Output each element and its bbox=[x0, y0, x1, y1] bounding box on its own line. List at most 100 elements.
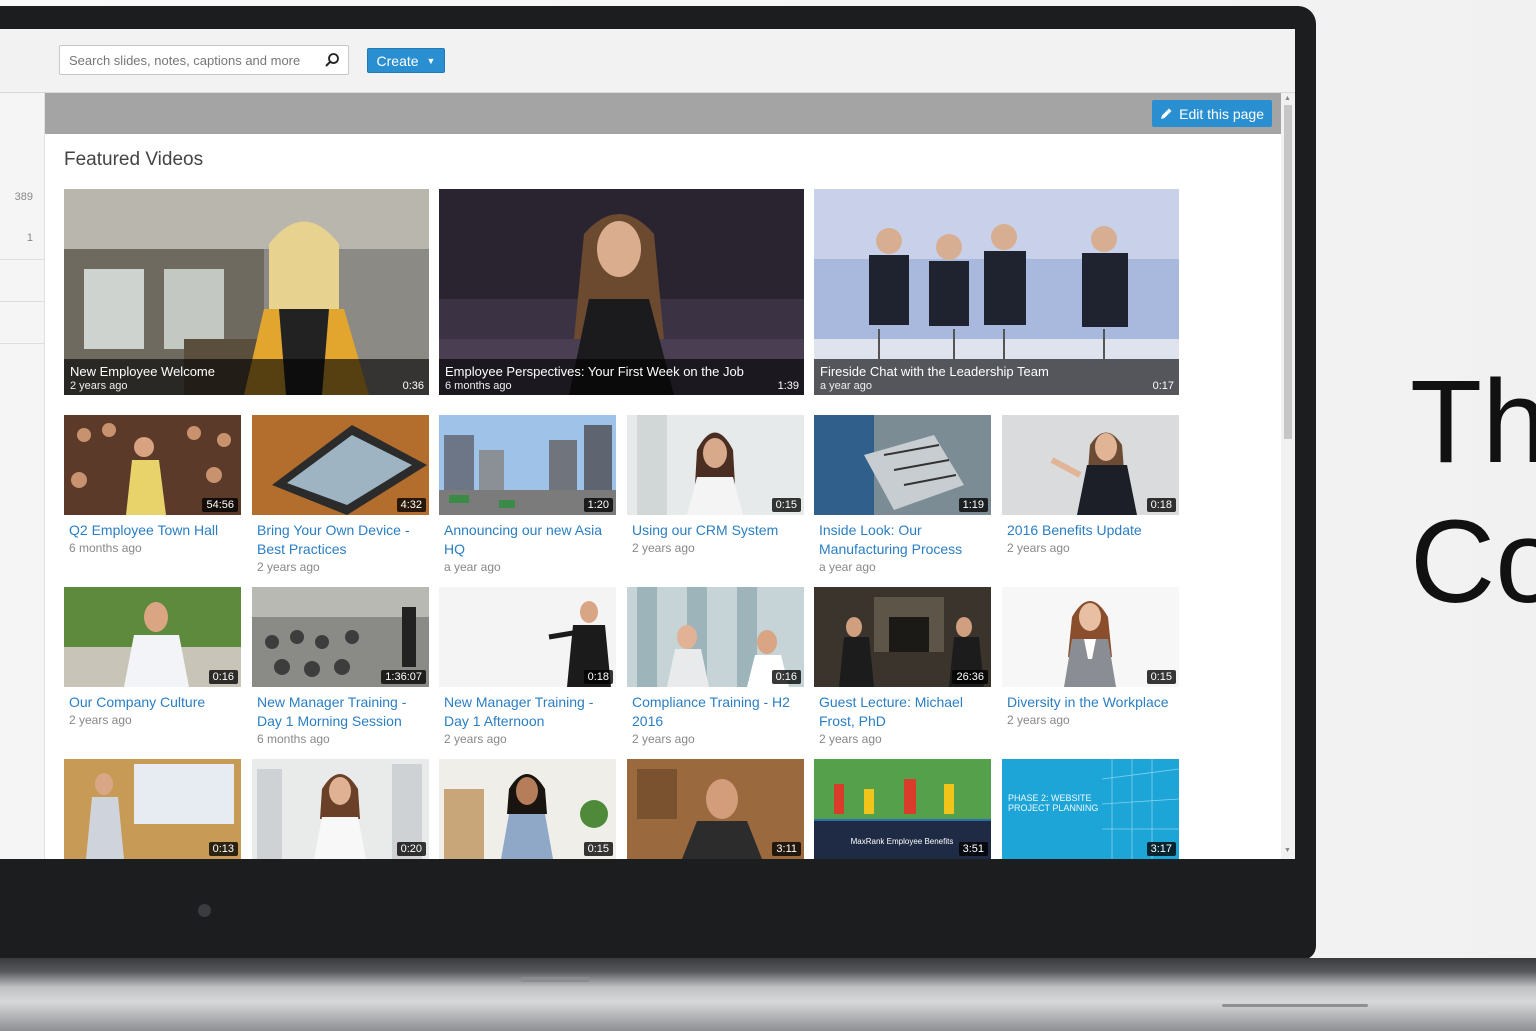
featured-video[interactable]: Fireside Chat with the Leadership Team a… bbox=[814, 189, 1179, 395]
video-thumbnail[interactable]: 26:36 bbox=[814, 587, 991, 687]
video-duration: 54:56 bbox=[202, 498, 238, 512]
webcam-icon bbox=[198, 904, 211, 917]
video-duration: 0:18 bbox=[583, 670, 613, 684]
video-title[interactable]: Q2 Employee Town Hall bbox=[64, 521, 241, 540]
video-title[interactable]: Employee Perspectives: Your First Week o… bbox=[445, 364, 744, 379]
video-duration: 4:32 bbox=[396, 498, 426, 512]
search-input[interactable] bbox=[60, 46, 310, 74]
video-title[interactable]: New Manager Training - Day 1 Morning Ses… bbox=[252, 693, 429, 731]
scroll-down-icon[interactable]: ▼ bbox=[1284, 847, 1291, 854]
video-card[interactable]: 1:20 Announcing our new Asia HQ a year a… bbox=[439, 415, 616, 574]
video-card[interactable]: MaxRank Employee Benefits 3:51 bbox=[814, 759, 991, 859]
video-thumbnail[interactable]: 1:19 bbox=[814, 415, 991, 515]
video-thumbnail[interactable]: 0:15 bbox=[439, 759, 616, 859]
video-card[interactable]: 0:20 bbox=[252, 759, 429, 859]
video-card[interactable]: 0:18 2016 Benefits Update 2 years ago bbox=[1002, 415, 1179, 555]
video-thumbnail[interactable]: 54:56 bbox=[64, 415, 241, 515]
thumbnail-caption: MaxRank Employee Benefits bbox=[851, 837, 954, 846]
sidebar-count: 1 bbox=[26, 232, 33, 244]
video-title[interactable]: Using our CRM System bbox=[627, 521, 804, 540]
page-banner: Edit this page bbox=[45, 93, 1281, 134]
video-thumbnail[interactable]: 4:32 bbox=[252, 415, 429, 515]
video-duration: 0:36 bbox=[402, 380, 424, 392]
video-card[interactable]: 26:36 Guest Lecture: Michael Frost, PhD … bbox=[814, 587, 991, 746]
video-duration: 1:19 bbox=[958, 498, 988, 512]
search-icon[interactable] bbox=[324, 52, 340, 68]
edit-page-label: Edit this page bbox=[1179, 105, 1264, 122]
video-duration: 0:17 bbox=[1152, 380, 1174, 392]
video-card[interactable]: 0:13 bbox=[64, 759, 241, 859]
video-title[interactable]: Announcing our new Asia HQ bbox=[439, 521, 616, 559]
divider bbox=[0, 301, 45, 302]
video-title[interactable]: Inside Look: Our Manufacturing Process bbox=[814, 521, 991, 559]
video-card[interactable]: 4:32 Bring Your Own Device - Best Practi… bbox=[252, 415, 429, 574]
video-duration: 1:39 bbox=[777, 380, 799, 392]
video-title[interactable]: Bring Your Own Device - Best Practices bbox=[252, 521, 429, 559]
video-age: 6 months ago bbox=[257, 732, 330, 746]
video-duration: 3:17 bbox=[1146, 842, 1176, 856]
video-title[interactable]: Diversity in the Workplace bbox=[1002, 693, 1179, 712]
video-age: 2 years ago bbox=[632, 732, 695, 746]
video-thumbnail[interactable]: 3:11 bbox=[627, 759, 804, 859]
video-card[interactable]: 54:56 Q2 Employee Town Hall 6 months ago bbox=[64, 415, 241, 555]
app-screen: Create ▼ 389 1 Edit this page ▲ ▼ Featu bbox=[0, 29, 1295, 859]
video-thumbnail[interactable]: 1:36:07 bbox=[252, 587, 429, 687]
video-duration: 0:13 bbox=[208, 842, 238, 856]
video-card[interactable]: 0:15 bbox=[439, 759, 616, 859]
video-age: a year ago bbox=[819, 560, 876, 574]
video-thumbnail[interactable]: 0:18 bbox=[1002, 415, 1179, 515]
featured-video[interactable]: New Employee Welcome 2 years ago 0:36 bbox=[64, 189, 429, 395]
stage: Th Co Create ▼ 389 1 bbox=[0, 0, 1536, 1031]
video-title[interactable]: Fireside Chat with the Leadership Team bbox=[820, 364, 1049, 379]
video-age: a year ago bbox=[444, 560, 501, 574]
featured-video[interactable]: Employee Perspectives: Your First Week o… bbox=[439, 189, 804, 395]
video-thumbnail[interactable]: 0:16 bbox=[64, 587, 241, 687]
laptop-vent bbox=[1222, 1004, 1368, 1007]
divider bbox=[0, 343, 45, 344]
video-title[interactable]: New Manager Training - Day 1 Afternoon bbox=[439, 693, 616, 731]
video-card[interactable]: 0:15 Using our CRM System 2 years ago bbox=[627, 415, 804, 555]
side-heading: Th Co bbox=[1410, 356, 1536, 628]
scroll-up-icon[interactable]: ▲ bbox=[1284, 95, 1291, 102]
search-box[interactable] bbox=[59, 45, 349, 75]
video-age: 2 years ago bbox=[69, 713, 132, 727]
video-card[interactable]: 1:19 Inside Look: Our Manufacturing Proc… bbox=[814, 415, 991, 574]
video-duration: 26:36 bbox=[952, 670, 988, 684]
video-card[interactable]: 0:16 Our Company Culture 2 years ago bbox=[64, 587, 241, 727]
video-title[interactable]: Compliance Training - H2 2016 bbox=[627, 693, 804, 731]
video-title[interactable]: Guest Lecture: Michael Frost, PhD bbox=[814, 693, 991, 731]
video-age: 6 months ago bbox=[445, 380, 512, 392]
video-thumbnail[interactable]: 0:16 bbox=[627, 587, 804, 687]
scrollbar[interactable]: ▲ ▼ bbox=[1281, 93, 1295, 859]
video-thumbnail[interactable]: PHASE 2: WEBSITE PROJECT PLANNING 3:17 bbox=[1002, 759, 1179, 859]
video-card[interactable]: 0:16 Compliance Training - H2 2016 2 yea… bbox=[627, 587, 804, 746]
video-title[interactable]: New Employee Welcome bbox=[70, 364, 215, 379]
divider bbox=[0, 259, 45, 260]
video-age: 2 years ago bbox=[1007, 713, 1070, 727]
caret-down-icon: ▼ bbox=[426, 55, 436, 66]
video-card[interactable]: 0:18 New Manager Training - Day 1 Aftern… bbox=[439, 587, 616, 746]
video-card[interactable]: 3:11 bbox=[627, 759, 804, 859]
video-title[interactable]: Our Company Culture bbox=[64, 693, 241, 712]
edit-page-button[interactable]: Edit this page bbox=[1152, 100, 1272, 127]
scrollbar-thumb[interactable] bbox=[1284, 105, 1292, 439]
create-button[interactable]: Create ▼ bbox=[367, 48, 445, 73]
video-card[interactable]: 1:36:07 New Manager Training - Day 1 Mor… bbox=[252, 587, 429, 746]
video-card[interactable]: 0:15 Diversity in the Workplace 2 years … bbox=[1002, 587, 1179, 727]
video-thumbnail[interactable]: 0:18 bbox=[439, 587, 616, 687]
video-age: 2 years ago bbox=[257, 560, 320, 574]
video-thumbnail[interactable]: 0:13 bbox=[64, 759, 241, 859]
video-duration: 1:20 bbox=[583, 498, 613, 512]
video-duration: 0:15 bbox=[771, 498, 801, 512]
video-thumbnail[interactable]: 0:15 bbox=[1002, 587, 1179, 687]
video-thumbnail[interactable]: 0:15 bbox=[627, 415, 804, 515]
video-duration: 1:36:07 bbox=[381, 670, 426, 684]
video-thumbnail[interactable]: 0:20 bbox=[252, 759, 429, 859]
video-thumbnail[interactable]: 1:20 bbox=[439, 415, 616, 515]
video-thumbnail[interactable]: MaxRank Employee Benefits 3:51 bbox=[814, 759, 991, 859]
video-card[interactable]: PHASE 2: WEBSITE PROJECT PLANNING 3:17 bbox=[1002, 759, 1179, 859]
video-duration: 3:51 bbox=[958, 842, 988, 856]
video-duration: 0:16 bbox=[771, 670, 801, 684]
video-title[interactable]: 2016 Benefits Update bbox=[1002, 521, 1179, 540]
create-label: Create bbox=[376, 52, 419, 69]
